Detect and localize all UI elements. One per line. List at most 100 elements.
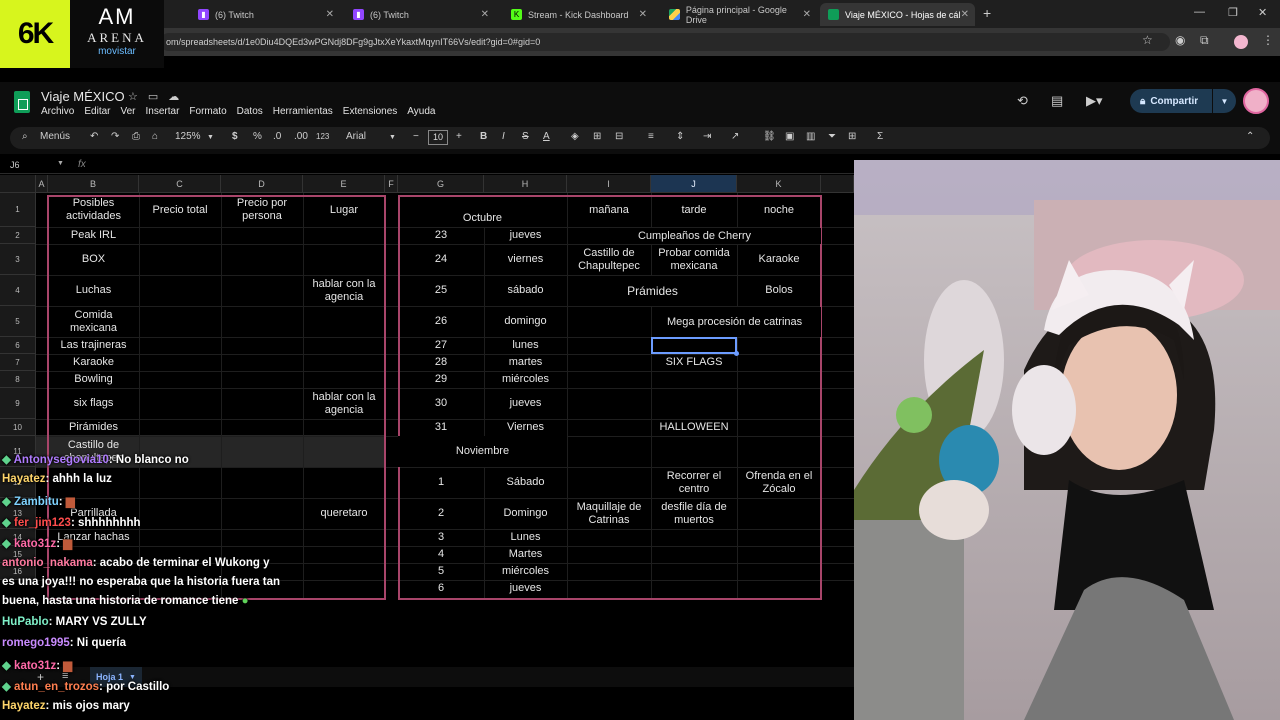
activity-cell[interactable]: Karaoke — [48, 354, 139, 371]
comment-icon[interactable]: ▣ — [785, 131, 794, 142]
event-cell[interactable]: HALLOWEEN — [651, 419, 737, 436]
header-lugar[interactable]: Lugar — [303, 193, 385, 227]
merge-icon[interactable]: ⊟ — [615, 131, 623, 142]
event-cell[interactable]: desfile día de muertos — [651, 498, 737, 529]
day-number[interactable]: 30 — [398, 388, 484, 419]
close-icon[interactable]: ✕ — [803, 9, 811, 20]
search-menus[interactable]: Menús — [40, 131, 70, 142]
document-title[interactable]: Viaje MÉXICO — [41, 89, 125, 104]
borders-icon[interactable]: ⊞ — [593, 131, 601, 142]
lugar-cell[interactable]: queretaro — [303, 498, 385, 529]
event-cell[interactable]: Cumpleaños de Cherry — [568, 228, 821, 244]
menu-formato[interactable]: Formato — [189, 106, 226, 117]
header-precio-persona[interactable]: Precio por persona — [221, 193, 303, 227]
browser-tab[interactable]: ▮ (6) Twitch ✕ — [190, 3, 340, 26]
row-header[interactable]: 5 — [0, 306, 36, 337]
activity-cell[interactable]: Luchas — [48, 275, 139, 306]
header-precio-total[interactable]: Precio total — [139, 193, 221, 227]
wrap-icon[interactable]: ⇥ — [703, 131, 711, 142]
event-cell[interactable]: Prámides — [568, 276, 737, 306]
day-name[interactable]: domingo — [484, 306, 567, 337]
search-icon[interactable]: ⌕ — [22, 131, 28, 142]
minimize-icon[interactable]: — — [1194, 6, 1205, 18]
row-header[interactable]: 6 — [0, 337, 36, 354]
browser-tab[interactable]: K Stream - Kick Dashboard ✕ — [503, 3, 653, 26]
url-field[interactable]: om/spreadsheets/d/1e0Diu4DQEd3wPGNdj8DFg… — [160, 33, 1170, 51]
event-cell[interactable]: Karaoke — [737, 244, 821, 275]
menu-insertar[interactable]: Insertar — [146, 106, 180, 117]
day-name[interactable]: Sábado — [484, 467, 567, 498]
browser-tab[interactable]: ▮ (6) Twitch ✕ — [345, 3, 495, 26]
paint-format-icon[interactable]: ⌂ — [152, 131, 158, 142]
day-name[interactable]: martes — [484, 354, 567, 371]
percent-button[interactable]: % — [253, 131, 262, 142]
day-name[interactable]: miércoles — [484, 371, 567, 388]
filter-views-icon[interactable]: ⊞ — [848, 131, 856, 142]
menu-herramientas[interactable]: Herramientas — [273, 106, 333, 117]
functions-icon[interactable]: Σ — [877, 131, 883, 142]
menu-archivo[interactable]: Archivo — [41, 106, 74, 117]
day-name[interactable]: Martes — [484, 546, 567, 563]
bold-icon[interactable]: B — [480, 131, 487, 142]
day-number[interactable]: 25 — [398, 275, 484, 306]
align-icon[interactable]: ≡ — [648, 131, 654, 142]
event-cell[interactable]: Recorrer el centro — [651, 467, 737, 498]
day-number[interactable]: 4 — [398, 546, 484, 563]
day-number[interactable]: 28 — [398, 354, 484, 371]
new-tab-icon[interactable]: + — [983, 5, 991, 21]
day-number[interactable]: 29 — [398, 371, 484, 388]
puzzle-icon[interactable]: ⧉ — [1200, 33, 1209, 48]
row-header[interactable]: 7 — [0, 354, 36, 371]
header-tarde[interactable]: tarde — [651, 193, 737, 227]
column-header[interactable]: I — [567, 175, 651, 193]
activity-cell[interactable]: Peak IRL — [48, 227, 139, 244]
decrease-decimal-button[interactable]: .0 — [273, 131, 281, 142]
currency-button[interactable]: $ — [232, 131, 238, 142]
row-header[interactable]: 10 — [0, 419, 36, 436]
chevron-down-icon[interactable]: ▼ — [57, 160, 64, 167]
link-icon[interactable]: ⛓ — [763, 131, 776, 142]
day-name[interactable]: Lunes — [484, 529, 567, 546]
column-header[interactable]: H — [484, 175, 567, 193]
filter-icon[interactable]: ⏷ — [828, 131, 836, 142]
day-number[interactable]: 31 — [398, 419, 484, 436]
column-header[interactable]: E — [303, 175, 385, 193]
event-cell[interactable]: Castillo de Chapultepec — [567, 244, 651, 275]
row-header[interactable]: 3 — [0, 244, 36, 275]
number-format-button[interactable]: 123 — [316, 132, 329, 141]
column-header[interactable] — [821, 175, 854, 193]
font-select[interactable]: Arial — [346, 131, 366, 142]
day-name[interactable]: jueves — [484, 580, 567, 597]
comments-icon[interactable]: ▤ — [1051, 93, 1063, 109]
column-header[interactable]: B — [48, 175, 139, 193]
activity-cell[interactable]: BOX — [48, 244, 139, 275]
day-number[interactable]: 23 — [398, 227, 484, 244]
event-cell[interactable]: Mega procesión de catrinas — [652, 307, 821, 337]
star-icon[interactable]: ☆ — [128, 91, 148, 103]
italic-icon[interactable]: I — [502, 131, 505, 142]
column-header[interactable]: D — [221, 175, 303, 193]
rotate-icon[interactable]: ↗ — [731, 131, 739, 142]
extension-icon[interactable]: ◉ — [1175, 33, 1185, 47]
row-header[interactable]: 2 — [0, 227, 36, 244]
sheets-logo-icon[interactable] — [14, 91, 30, 113]
row-header[interactable]: 8 — [0, 371, 36, 388]
day-name[interactable]: lunes — [484, 337, 567, 354]
activity-cell[interactable]: Pirámides — [48, 419, 139, 436]
close-icon[interactable]: ✕ — [326, 9, 334, 20]
profile-icon[interactable] — [1234, 35, 1248, 49]
fill-color-icon[interactable]: ◈ — [571, 131, 579, 142]
undo-icon[interactable]: ↶ — [90, 131, 98, 142]
day-name[interactable]: miércoles — [484, 563, 567, 580]
menu-ver[interactable]: Ver — [120, 106, 135, 117]
minus-icon[interactable]: − — [413, 131, 419, 142]
close-icon[interactable]: ✕ — [639, 9, 647, 20]
day-number[interactable]: 26 — [398, 306, 484, 337]
event-cell[interactable]: Bolos — [737, 275, 821, 306]
row-header[interactable]: 1 — [0, 193, 36, 227]
selected-cell-j6[interactable] — [651, 337, 739, 356]
valign-icon[interactable]: ⇕ — [676, 131, 684, 142]
column-header[interactable]: A — [36, 175, 48, 193]
maximize-icon[interactable]: ❐ — [1228, 6, 1238, 19]
menu-editar[interactable]: Editar — [84, 106, 110, 117]
